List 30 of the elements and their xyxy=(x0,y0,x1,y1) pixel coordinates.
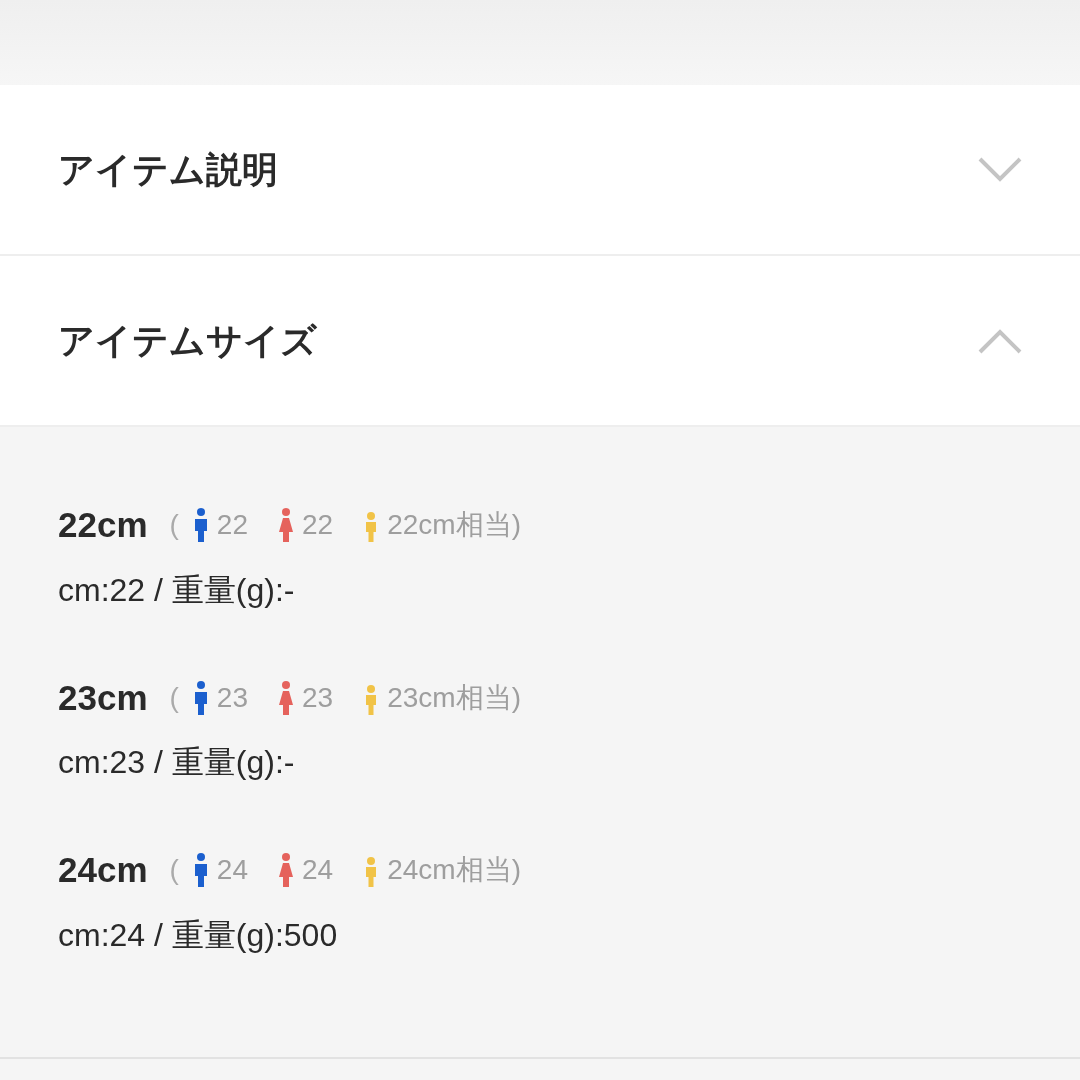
size-label: 23cm xyxy=(58,676,148,719)
chevron-down-icon[interactable] xyxy=(978,156,1022,183)
man-figure-icon xyxy=(192,853,209,888)
chevron-up-icon[interactable] xyxy=(978,327,1022,354)
section-title: アイテムサイズ xyxy=(58,318,317,363)
accordion-header[interactable]: アイテム説明 xyxy=(0,85,1080,256)
size-label: 22cm xyxy=(58,504,148,546)
size-detail: cm:24 / 重量(g):500 xyxy=(58,915,339,955)
size-equivalent: 24 xyxy=(302,853,334,888)
parenthesis: ( xyxy=(169,508,179,543)
size-equivalent: 23 xyxy=(216,680,248,715)
accordion-header[interactable]: アイテムサイズ xyxy=(0,256,1080,427)
size-equivalent: 23cm相当) xyxy=(387,680,521,715)
parenthesis: ( xyxy=(169,853,179,888)
size-equivalent: 24cm相当) xyxy=(387,853,521,888)
size-detail: cm:22 / 重量(g):- xyxy=(58,570,296,610)
woman-figure-icon xyxy=(278,680,294,715)
size-equivalent: 23 xyxy=(302,680,334,715)
man-figure-icon xyxy=(192,680,209,715)
section-title: アイテム説明 xyxy=(58,147,278,192)
size-equivalent: 22 xyxy=(216,508,248,543)
size-equivalent: 24 xyxy=(216,853,248,888)
man-figure-icon xyxy=(192,508,209,543)
size-detail: cm:23 / 重量(g):- xyxy=(58,743,296,782)
woman-figure-icon xyxy=(278,853,294,888)
size-label: 24cm xyxy=(58,849,148,891)
woman-figure-icon xyxy=(278,508,294,543)
size-equivalent: 22 xyxy=(302,508,334,543)
size-equivalent: 22cm相当) xyxy=(387,508,521,543)
parenthesis: ( xyxy=(169,680,179,715)
